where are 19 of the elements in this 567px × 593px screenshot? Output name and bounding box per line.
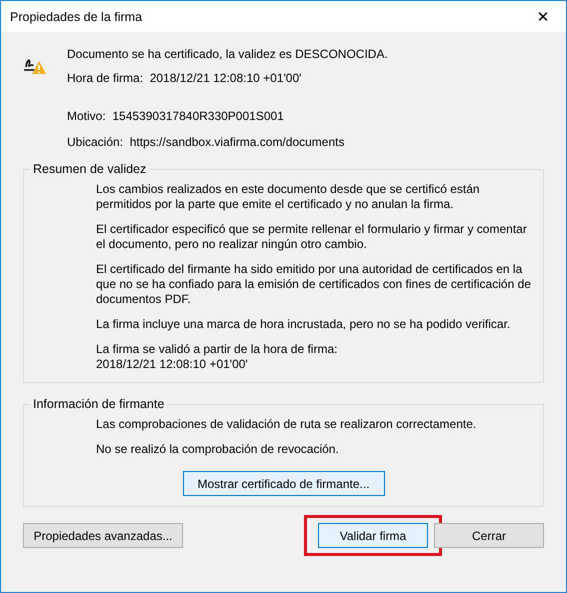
paragraph-text: No se realizó la comprobación de revocación. xyxy=(96,442,340,457)
paragraph-text: La firma incluye una marca de hora incrustada, pero no se ha podido verificar. xyxy=(96,317,512,332)
group-title: Información de firmante xyxy=(32,397,166,411)
group-title: Resumen de validez xyxy=(32,162,148,176)
signing-time-text: Hora de firma: 2018/12/21 12:08:10 +01'00' xyxy=(67,71,302,86)
paragraph-text: El certificado del firmante ha sido emitido por una autoridad de certificados en la que no se ha confiado para la emisión de certificados con fines de certificación de documentos PDF. xyxy=(96,262,532,307)
detail-text: Ubicación: https://sandbox.viafirma.com/documents xyxy=(67,135,346,150)
dialog-button[interactable]: Mostrar certificado de firmante... xyxy=(182,471,384,496)
dialog-button[interactable]: Propiedades avanzadas... xyxy=(23,523,183,548)
close-button[interactable]: ✕ xyxy=(520,1,566,32)
dialog-button[interactable]: Cerrar xyxy=(434,523,544,548)
detail-text: Motivo: 1545390317840R330P001S001 xyxy=(67,109,285,124)
dialog-button[interactable]: Validar firma xyxy=(318,523,428,548)
paragraph-text: El certificador especificó que se permite rellenar el formulario y firmar y comentar el documento, pero no realizar ningún otro cambio. xyxy=(96,222,528,252)
status-text: Documento se ha certificado, la validez es DESCONOCIDA. xyxy=(67,47,389,62)
paragraph-text: La firma se validó a partir de la hora de firma: 2018/12/21 12:08:10 +01'00' xyxy=(96,342,338,372)
paragraph-text: Las comprobaciones de validación de ruta se realizaron correctamente. xyxy=(96,417,478,432)
window-title: Propiedades de la firma xyxy=(10,10,142,24)
paragraph-text: Los cambios realizados en este documento desde que se certificó están permitidos por la parte que emite el certificado y no anulan la firma. xyxy=(96,182,481,212)
